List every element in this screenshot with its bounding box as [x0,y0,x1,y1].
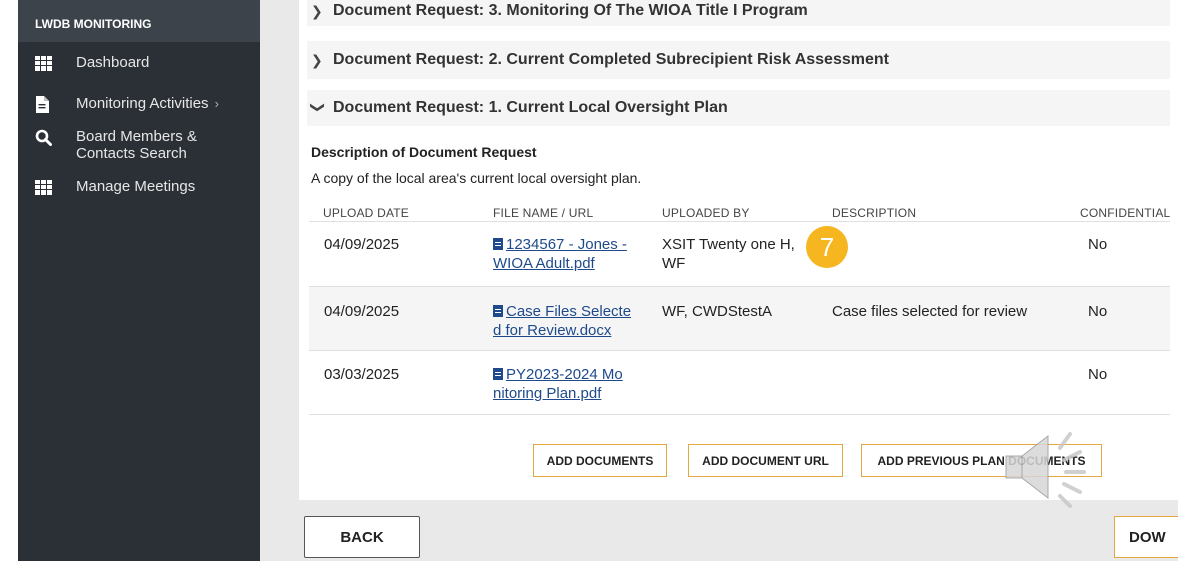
file-link[interactable]: Case Files Selecte d for Review.docx [493,302,631,340]
file-link[interactable]: PY2023-2024 Mo nitoring Plan.pdf [493,365,623,403]
step-number-badge: 7 [806,226,848,268]
upload-date: 04/09/2025 [324,236,400,253]
document-icon [493,368,503,380]
sidebar-item-monitoring-activities[interactable]: Monitoring Activities › [18,95,260,113]
back-button[interactable]: BACK [304,516,420,558]
chevron-right-icon: ❯ [311,51,323,68]
accordion-item-request-2[interactable]: ❯ Document Request: 2. Current Completed… [307,41,1170,79]
scroll-edge [1170,0,1178,500]
sidebar-title: LWDB MONITORING [18,0,260,42]
accordion-label: Document Request: 1. Current Local Overs… [333,99,728,116]
column-header-description: DESCRIPTION [832,206,917,220]
chevron-right-icon: › [214,96,219,111]
document-icon [493,238,503,250]
document-icon [35,95,59,113]
speaker-icon[interactable] [1004,428,1094,508]
confidential: No [1088,236,1108,253]
upload-date: 03/03/2025 [324,366,400,383]
description-heading: Description of Document Request [311,144,537,160]
accordion-item-request-3[interactable]: ❯ Document Request: 3. Monitoring Of The… [307,0,1170,26]
sidebar: LWDB MONITORING Dashboard Monitoring Act… [18,0,260,561]
chevron-right-icon: ❯ [311,3,323,19]
sidebar-item-board-members-search[interactable]: Board Members & Contacts Search [18,128,260,162]
sidebar-item-label: Monitoring Activities [76,95,209,112]
download-button[interactable]: DOW [1114,516,1178,558]
file-link[interactable]: 1234567 - Jones - WIOA Adult.pdf [493,235,627,273]
upload-date: 04/09/2025 [324,303,400,320]
sidebar-item-manage-meetings[interactable]: Manage Meetings [18,178,260,196]
sidebar-item-label: Manage Meetings [76,178,196,195]
table-row: 04/09/2025 1234567 - Jones - WIOA Adult.… [309,221,1170,286]
table-row: 04/09/2025 Case Files Selecte d for Revi… [309,286,1170,350]
column-header-upload-date: UPLOAD DATE [323,206,409,220]
table-row: 03/03/2025 PY2023-2024 Mo nitoring Plan.… [309,350,1170,415]
uploaded-by: XSIT Twenty one H, WF [662,236,795,272]
description: Case files selected for review [832,303,1028,320]
search-icon [35,128,59,146]
document-requests-panel: ❯ Document Request: 3. Monitoring Of The… [299,0,1170,500]
sidebar-item-dashboard[interactable]: Dashboard [18,54,260,72]
sidebar-item-label: Dashboard [76,54,150,71]
confidential: No [1088,366,1108,383]
confidential: No [1088,303,1108,320]
uploaded-by: WF, CWDStestA [662,303,773,320]
add-document-url-button[interactable]: ADD DOCUMENT URL [688,444,843,477]
grid-icon [35,178,59,196]
accordion-label: Document Request: 2. Current Completed S… [333,51,889,68]
grid-icon [35,54,59,72]
description-text: A copy of the local area's current local… [311,170,642,186]
column-header-confidential: CONFIDENTIAL [1080,206,1170,220]
add-documents-button[interactable]: ADD DOCUMENTS [533,444,667,477]
document-icon [493,305,503,317]
sidebar-item-label: Board Members & Contacts Search [76,128,197,162]
column-header-file-name: FILE NAME / URL [493,206,594,220]
accordion-label: Document Request: 3. Monitoring Of The W… [333,2,808,19]
column-header-uploaded-by: UPLOADED BY [662,206,750,220]
accordion-item-request-1[interactable]: ❯ Document Request: 1. Current Local Ove… [307,90,1170,126]
chevron-down-icon: ❯ [310,101,327,113]
